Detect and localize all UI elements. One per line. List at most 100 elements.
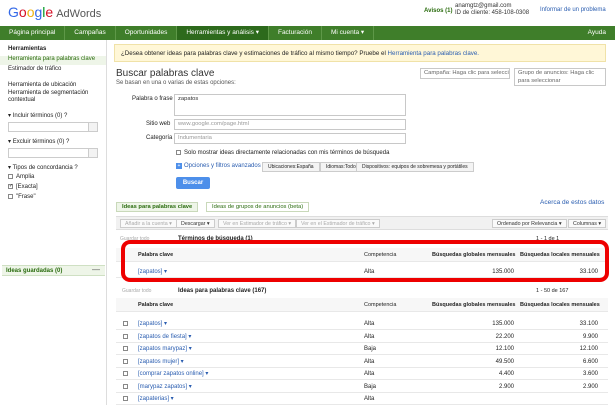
global-cell: 135.000 [492,321,514,327]
advanced-options-toggle[interactable]: + Opciones y filtros avanzados [176,163,261,169]
local-cell: 2.900 [582,383,598,390]
tab-adgroup-ideas[interactable]: Ideas de grupos de anuncios (beta) [206,202,310,212]
include-terms-add-button[interactable] [88,122,98,132]
advanced-options-label: Opciones y filtros avanzados [184,163,261,169]
column-global[interactable]: Búsquedas globales mensuales [432,298,515,312]
keyword-cell[interactable]: [comprar zapatos online] ▾ [138,368,208,380]
keyword-cell[interactable]: [zapatos marypaz] ▾ [138,343,192,355]
column-competition[interactable]: Competencia [364,298,396,312]
checkbox[interactable] [123,333,128,339]
match-type-phrase[interactable]: "Frase" [8,194,36,200]
match-type-broad[interactable]: Amplia [8,174,34,180]
only-related-label: Solo mostrar ideas directamente relacion… [184,150,390,157]
checkbox-checked[interactable]: ✓ [8,184,13,189]
exclude-terms-toggle[interactable]: ▾ Excluir términos (0) ? [8,138,69,145]
columns-select[interactable]: Columnas ▾ [568,219,606,228]
devices-chip[interactable]: Dispositivos: equipos de sobremesa y por… [356,162,474,172]
checkbox[interactable] [123,396,128,401]
adwords-logo[interactable]: Google AdWords [8,4,101,20]
tab-keyword-ideas[interactable]: Ideas para palabras clave [116,202,199,212]
local-cell: 33.100 [579,321,598,327]
sidebar-item-traffic-estimator[interactable]: Estimador de tráfico [8,66,61,72]
keyword-cell[interactable]: [zapatos] ▾ [138,318,167,330]
keyword-textarea[interactable]: zapatos [174,94,406,116]
checkbox[interactable] [123,321,128,326]
match-type-exact[interactable]: ✓ [Exacta] [8,184,38,190]
search-button[interactable]: Buscar [176,177,210,189]
table-row: [zapatos de fiesta] ▾ Alta 22.200 9.900 [116,331,608,343]
download-button[interactable]: Descargar ▾ [176,219,215,228]
view-estimator-button[interactable]: Ver en el Estimador de tráfico ▾ [296,219,380,228]
sidebar-item-placement-tool[interactable]: Herramienta de ubicación [8,82,76,88]
collapse-icon[interactable]: — [92,265,100,274]
view-traffic-button[interactable]: Ver en Estimador de tráfico ▾ [218,219,297,228]
notices-link[interactable]: Avisos (1) [424,8,452,14]
location-chip[interactable]: Ubicaciones:España [262,162,320,172]
competition-cell: Alta [364,321,375,327]
checkbox[interactable] [176,150,181,155]
report-issue-link[interactable]: Informar de un problema [540,7,606,13]
competition-cell: Alta [364,358,375,365]
nav-opportunities[interactable]: Oportunidades [116,26,178,40]
exclude-terms-add-button[interactable] [88,148,98,158]
column-local[interactable]: Búsquedas locales mensuales [520,298,600,312]
sidebar-item-contextual-tool[interactable]: Herramienta de segmentación contextual [8,90,102,104]
only-related-option[interactable]: Solo mostrar ideas directamente relacion… [176,150,389,156]
save-all-link[interactable]: Guardar todo [122,286,151,296]
highlight-annotation [121,240,609,282]
include-terms-label: Incluir términos (0) [12,113,63,119]
include-terms-input[interactable] [8,122,98,132]
user-email: anamgtz@gmail.com [455,3,512,9]
info-banner: ¿Desea obtener ideas para palabras clave… [114,44,606,62]
main-nav: Página principal Campañas Oportunidades … [0,26,615,40]
table-row: [zapatos] ▾ Alta 135.000 33.100 [116,318,608,330]
keyword-cell[interactable]: [marypaz zapatos] ▾ [138,381,192,393]
global-cell: 4.400 [498,371,514,377]
local-cell: 9.900 [582,333,598,340]
help-icon: ? [66,139,70,145]
nav-account[interactable]: Mi cuenta ▾ [322,26,375,40]
website-label: Sitio web [146,121,171,127]
table-row: [zapatos mujer] ▾ Alta 49.500 6.600 [116,356,608,368]
checkbox[interactable] [8,174,13,179]
sort-select[interactable]: Ordenado por Relevancia ▾ [492,219,567,228]
global-cell: 2.900 [498,383,514,390]
ideas-columns: Palabra clave Competencia Búsquedas glob… [116,298,608,312]
keyword-cell[interactable]: [zapaterias] ▾ [138,393,174,405]
page-subtitle: Se basan en una o varias de estas opcion… [116,80,236,86]
banner-text: ¿Desea obtener ideas para palabras clave… [121,50,388,57]
sidebar-item-keyword-tool[interactable]: Herramienta para palabras clave [0,56,106,65]
help-icon: ? [74,165,78,171]
include-terms-toggle[interactable]: ▾ Incluir términos (0) ? [8,112,67,119]
competition-cell: Baja [364,383,377,390]
local-cell: 12.100 [579,346,598,352]
checkbox[interactable] [8,194,13,199]
category-input[interactable]: Indumentaria [174,133,406,144]
checkbox[interactable] [123,371,128,376]
banner-link[interactable]: Herramienta para palabras clave. [388,50,479,57]
checkbox[interactable] [123,383,128,389]
match-types-title: ▾ Tipos de concordancia ? [8,165,78,171]
checkbox[interactable] [123,346,128,351]
add-to-account-button[interactable]: Añadir a la cuenta ▾ [120,219,177,228]
help-icon: ? [64,113,68,119]
ideas-header: Guardar todo Ideas para palabras clave (… [116,286,608,296]
nav-home[interactable]: Página principal [0,26,66,40]
saved-ideas-bar[interactable]: Ideas guardadas (0) — [2,265,105,276]
website-input[interactable]: www.google.com/page.html [174,119,406,130]
nav-campaigns[interactable]: Campañas [65,26,116,40]
competition-cell: Baja [364,346,377,352]
nav-help[interactable]: Ayuda [579,26,615,40]
column-keyword[interactable]: Palabra clave [138,298,173,312]
checkbox[interactable] [123,358,128,364]
keyword-cell[interactable]: [zapatos mujer] ▾ [138,356,184,368]
adgroup-select[interactable]: Grupo de anuncios: Haga clic para selecc… [514,68,606,86]
campaign-select[interactable]: Campaña: Haga clic para seleccionar [420,68,510,79]
exclude-terms-input[interactable] [8,148,98,158]
keyword-cell[interactable]: [zapatos de fiesta] ▾ [138,331,191,343]
nav-tools[interactable]: Herramientas y análisis ▾ [177,26,269,40]
keyword-label: Palabra o frase [132,96,173,102]
nav-billing[interactable]: Facturación [269,26,322,40]
about-data-link[interactable]: Acerca de estos datos [540,199,604,206]
